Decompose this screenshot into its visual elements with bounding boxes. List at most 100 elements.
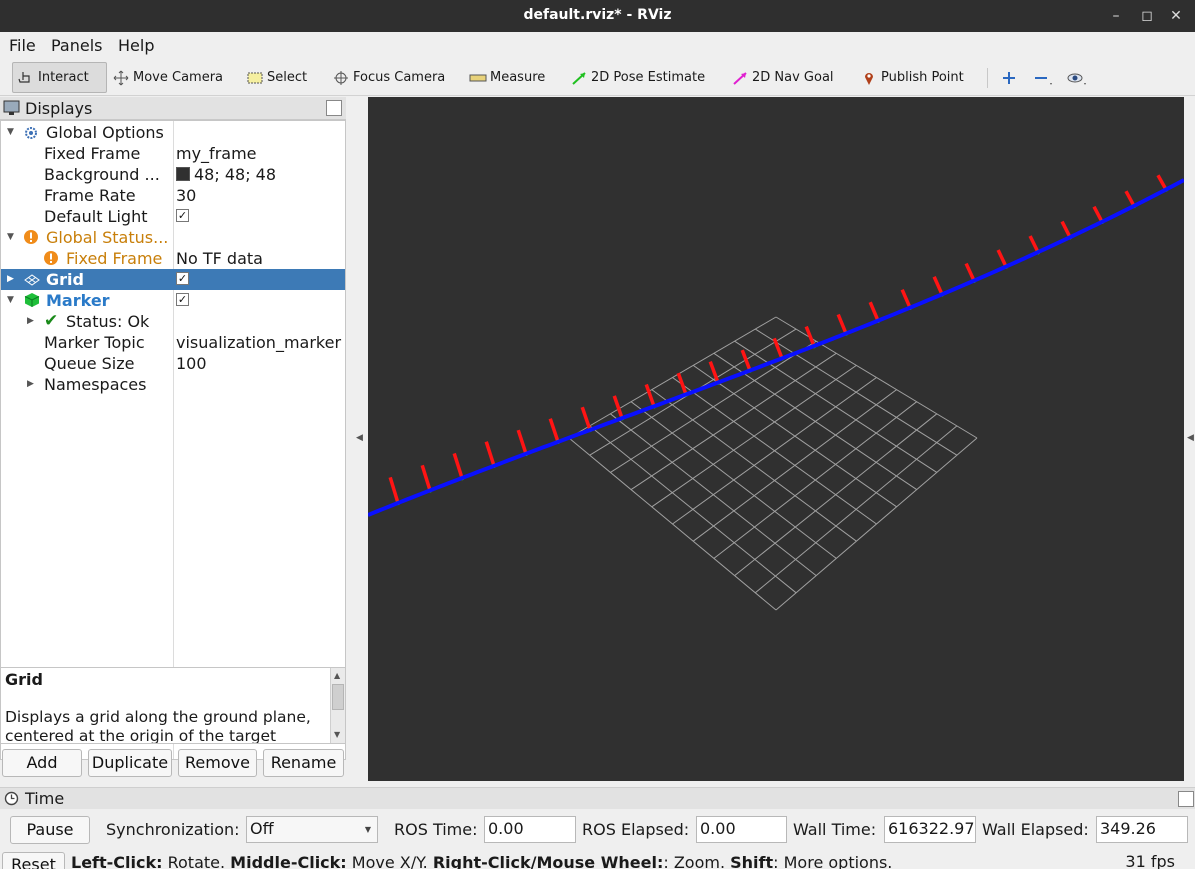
tree-row-namespaces[interactable]: ▶ Namespaces	[1, 374, 345, 395]
pose-arrow	[612, 395, 624, 419]
warning-icon	[23, 229, 39, 249]
green-cube-icon	[24, 292, 40, 312]
queue-size-label: Queue Size	[44, 354, 135, 373]
pose-arrow	[836, 313, 848, 335]
right-splitter-arrow-icon[interactable]: ◀	[1187, 433, 1194, 443]
tree-row-status-fixed-frame[interactable]: Fixed Frame No TF data	[1, 248, 345, 269]
select-tool-button[interactable]: Select	[242, 62, 311, 93]
pose-arrow	[932, 276, 944, 296]
move-camera-label: Move Camera	[133, 70, 224, 85]
ros-elapsed-field[interactable]: 0.00	[696, 816, 787, 843]
menu-help[interactable]: Help	[118, 36, 154, 55]
duplicate-button[interactable]: Duplicate	[88, 749, 172, 777]
fixed-frame-value[interactable]: my_frame	[176, 144, 257, 163]
focus-camera-tool-button[interactable]: Focus Camera	[328, 62, 449, 93]
sync-value: Off	[250, 819, 274, 838]
grid-checkbox[interactable]: ✓	[176, 272, 189, 285]
right-click-key: Right-Click/Mouse Wheel:	[432, 853, 664, 869]
remove-tool-button[interactable]	[1028, 62, 1057, 93]
collapse-arrow-icon[interactable]: ▶	[27, 379, 37, 389]
expand-arrow-icon[interactable]: ▼	[7, 232, 17, 242]
interact-tool-button[interactable]: Interact	[12, 62, 107, 93]
ruler-icon	[469, 70, 487, 86]
measure-tool-button[interactable]: Measure	[465, 62, 549, 93]
remove-button[interactable]: Remove	[178, 749, 257, 777]
add-tool-button[interactable]	[996, 62, 1025, 93]
tree-row-frame-rate[interactable]: Frame Rate 30	[1, 185, 345, 206]
minimize-button[interactable]: –	[1106, 6, 1126, 26]
undock-button[interactable]	[326, 100, 342, 116]
scroll-down-icon[interactable]: ▼	[334, 730, 340, 739]
description-scrollbar[interactable]: ▲ ▼	[330, 668, 345, 743]
status-fixed-frame-value: No TF data	[176, 249, 263, 268]
tree-row-queue-size[interactable]: Queue Size 100	[1, 353, 345, 374]
pose-arrow	[964, 262, 976, 282]
add-button[interactable]: Add	[2, 749, 82, 777]
fps-counter: 31 fps	[1125, 852, 1175, 869]
maximize-button[interactable]: ◻	[1137, 6, 1157, 26]
scrollbar-thumb[interactable]	[332, 684, 344, 710]
pose-estimate-tool-button[interactable]: 2D Pose Estimate	[566, 62, 709, 93]
interact-label: Interact	[38, 70, 89, 85]
tree-row-background[interactable]: Background ... 48; 48; 48	[1, 164, 345, 185]
tree-row-default-light[interactable]: Default Light ✓	[1, 206, 345, 227]
views-tool-button[interactable]	[1062, 62, 1091, 93]
dropdown-arrow-icon: ▼	[364, 825, 371, 834]
reset-button[interactable]: Reset	[2, 852, 65, 869]
queue-size-value[interactable]: 100	[176, 354, 207, 373]
collapse-arrow-icon[interactable]: ▶	[7, 274, 17, 284]
expand-arrow-icon[interactable]: ▼	[7, 295, 17, 305]
tree-row-grid[interactable]: ▶ Grid ✓	[1, 269, 345, 290]
publish-point-tool-button[interactable]: Publish Point	[856, 62, 968, 93]
tree-row-marker-topic[interactable]: Marker Topic visualization_marker	[1, 332, 345, 353]
pose-arrow	[1092, 205, 1104, 223]
menu-panels[interactable]: Panels	[51, 36, 103, 55]
expand-arrow-icon[interactable]: ▼	[7, 127, 17, 137]
render-view[interactable]	[368, 97, 1184, 781]
tree-row-fixed-frame[interactable]: Fixed Frame my_frame	[1, 143, 345, 164]
map-pin-icon	[860, 70, 878, 86]
tree-row-global-options[interactable]: ▼ Global Options	[1, 122, 345, 143]
pose-arrow	[900, 288, 912, 309]
warning-icon	[43, 250, 59, 270]
scroll-up-icon[interactable]: ▲	[334, 671, 340, 680]
grid-line	[734, 413, 938, 576]
move-camera-tool-button[interactable]: Move Camera	[108, 62, 227, 93]
nav-goal-tool-button[interactable]: 2D Nav Goal	[727, 62, 838, 93]
collapse-arrow-icon[interactable]: ▶	[27, 316, 37, 326]
menu-file[interactable]: File	[9, 36, 36, 55]
shift-key: Shift	[730, 853, 774, 869]
pose-arrow	[996, 249, 1008, 268]
marker-topic-value[interactable]: visualization_marker	[176, 333, 341, 352]
displays-buttons: Add Duplicate Remove Rename	[0, 749, 346, 779]
status-fixed-frame-label: Fixed Frame	[66, 249, 163, 268]
ros-time-label: ROS Time:	[394, 820, 478, 839]
pose-arrow	[548, 418, 560, 443]
left-click-desc: Rotate.	[162, 853, 231, 869]
grid-line	[610, 413, 817, 576]
close-button[interactable]: ✕	[1166, 6, 1186, 26]
scene-canvas[interactable]	[368, 97, 1184, 781]
minus-icon	[1032, 70, 1052, 86]
tree-row-status-ok[interactable]: ▶ ✔ Status: Ok	[1, 311, 345, 332]
marker-checkbox[interactable]: ✓	[176, 293, 189, 306]
ros-time-field[interactable]: 0.00	[484, 816, 576, 843]
frame-rate-value[interactable]: 30	[176, 186, 196, 205]
wall-elapsed-field[interactable]: 349.26	[1096, 816, 1188, 843]
default-light-checkbox[interactable]: ✓	[176, 209, 189, 222]
right-click-desc: : Zoom.	[663, 853, 731, 869]
rename-button[interactable]: Rename	[263, 749, 344, 777]
sync-select[interactable]: Off ▼	[246, 816, 378, 843]
tree-row-marker[interactable]: ▼ Marker ✓	[1, 290, 345, 311]
grid-line	[568, 437, 777, 611]
pause-button[interactable]: Pause	[10, 816, 90, 844]
wall-time-field[interactable]: 616322.97	[884, 816, 976, 843]
time-undock-button[interactable]	[1178, 791, 1194, 807]
left-splitter-arrow-icon[interactable]: ◀	[356, 433, 363, 443]
displays-panel-header: Displays	[0, 97, 346, 120]
tree-row-global-status[interactable]: ▼ Global Status...	[1, 227, 345, 248]
background-value[interactable]: 48; 48; 48	[176, 165, 276, 184]
pose-arrow	[740, 349, 752, 372]
color-swatch	[176, 167, 190, 181]
pose-estimate-label: 2D Pose Estimate	[591, 70, 706, 85]
